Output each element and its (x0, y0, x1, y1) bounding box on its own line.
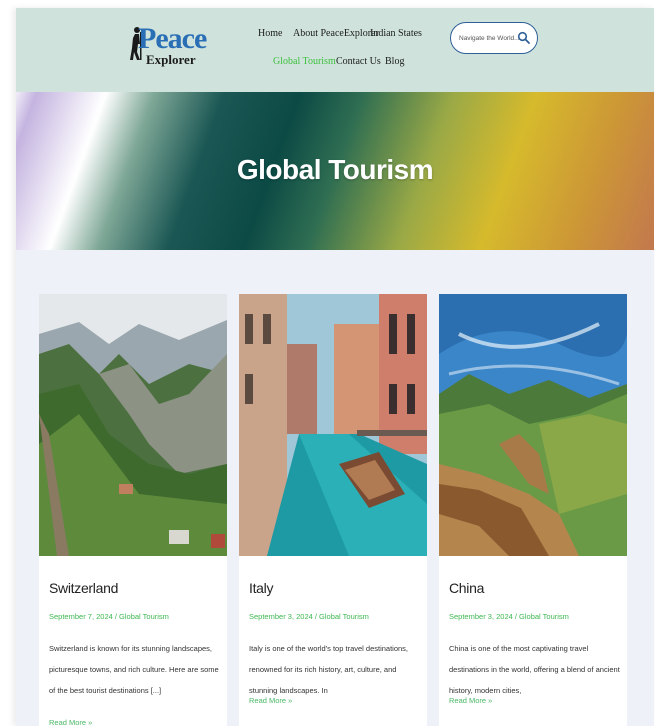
site-header: Peace Explorer Home About PeaceExplorer … (16, 8, 654, 92)
post-excerpt: Switzerland is known for its stunning la… (49, 644, 219, 695)
page-frame: Peace Explorer Home About PeaceExplorer … (16, 8, 654, 726)
post-meta[interactable]: September 7, 2024 / Global Tourism (49, 612, 169, 621)
nav-blog[interactable]: Blog (385, 56, 404, 67)
site-logo[interactable]: Peace Explorer (124, 22, 214, 72)
post-excerpt: China is one of the most captivating tra… (449, 644, 620, 695)
nav-indian-states[interactable]: Indian States (370, 28, 422, 39)
search-icon[interactable] (517, 31, 531, 45)
page-title: Global Tourism (236, 154, 434, 185)
post-image-italy[interactable] (239, 294, 427, 556)
search-box (450, 22, 538, 54)
nav-home[interactable]: Home (258, 28, 282, 39)
post-card-china: China September 3, 2024 / Global Tourism… (439, 294, 627, 726)
post-image-china[interactable] (439, 294, 627, 556)
post-excerpt: Italy is one of the world's top travel d… (249, 644, 409, 695)
post-image-switzerland[interactable] (39, 294, 227, 556)
read-more-link[interactable]: Read More » (249, 696, 292, 705)
nav-global-tourism[interactable]: Global Tourism (273, 56, 336, 67)
post-title[interactable]: Switzerland (49, 580, 118, 596)
post-card-switzerland: Switzerland September 7, 2024 / Global T… (39, 294, 227, 726)
logo-word: Peace (138, 22, 207, 55)
search-input[interactable] (459, 31, 519, 45)
nav-about[interactable]: About PeaceExplorer (293, 28, 379, 39)
read-more-link[interactable]: Read More » (49, 718, 92, 726)
post-card-italy: Italy September 3, 2024 / Global Tourism… (239, 294, 427, 726)
post-meta[interactable]: September 3, 2024 / Global Tourism (249, 612, 369, 621)
post-title[interactable]: Italy (249, 580, 273, 596)
logo-subword: Explorer (146, 52, 196, 67)
post-meta[interactable]: September 3, 2024 / Global Tourism (449, 612, 569, 621)
hero-banner: Global Tourism (16, 92, 654, 250)
read-more-link[interactable]: Read More » (449, 696, 492, 705)
nav-contact[interactable]: Contact Us (336, 56, 381, 67)
post-title[interactable]: China (449, 580, 484, 596)
